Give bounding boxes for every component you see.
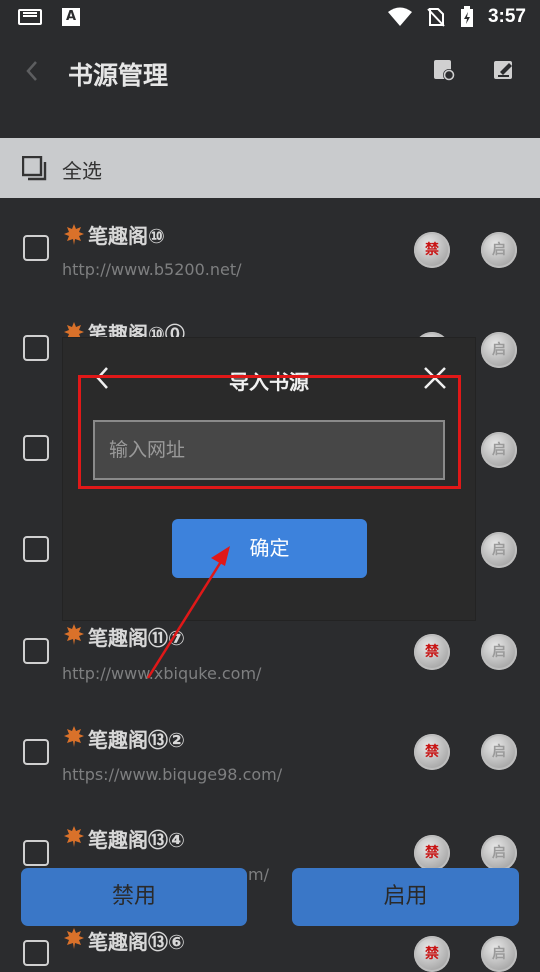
source-url: http://www.b5200.net/ [62,260,242,279]
row-checkbox[interactable] [23,840,49,866]
list-item[interactable]: 笔趣阁⑩ http://www.b5200.net/ 禁 启 [0,198,540,298]
row-checkbox[interactable] [23,235,49,261]
app-toolbar: 书源管理 [0,36,540,110]
disable-source-button[interactable]: 禁 [414,734,450,770]
disable-button[interactable]: 禁用 [21,868,247,926]
maple-leaf-icon [64,224,84,245]
keyboard-icon [18,9,42,25]
row-checkbox[interactable] [23,435,49,461]
maple-leaf-icon [64,826,84,847]
enable-source-button[interactable]: 启 [481,936,517,972]
import-source-icon[interactable] [432,58,456,82]
maple-leaf-icon [64,928,84,949]
enable-source-button[interactable]: 启 [481,532,517,568]
row-checkbox[interactable] [23,335,49,361]
confirm-button[interactable]: 确定 [172,519,367,578]
source-name: 笔趣阁⑩ [88,224,165,248]
edit-icon[interactable] [492,58,516,82]
source-url: http://www.xbiquke.com/ [62,664,262,683]
accessibility-a-icon: A [62,8,80,26]
row-checkbox[interactable] [23,638,49,664]
enable-source-button[interactable]: 启 [481,835,517,871]
source-name: 笔趣阁⑬② [88,728,185,752]
back-arrow-icon[interactable] [18,56,48,86]
disable-source-button[interactable]: 禁 [414,936,450,972]
select-all-icon[interactable] [22,156,48,182]
clock: 3:57 [487,6,526,27]
status-bar: A 3:57 [0,0,540,36]
page-title: 书源管理 [68,61,169,90]
source-name: 笔趣阁⑪⑦ [88,626,185,650]
source-name: 笔趣阁⑬⑥ [88,930,185,954]
url-input[interactable] [93,420,445,480]
select-all-bar[interactable]: 全选 [0,138,540,198]
row-checkbox[interactable] [23,940,49,966]
row-checkbox[interactable] [23,739,49,765]
select-all-label: 全选 [62,159,102,183]
maple-leaf-icon [64,624,84,645]
disable-source-button[interactable]: 禁 [414,232,450,268]
no-sim-icon [427,8,445,27]
enable-source-button[interactable]: 启 [481,332,517,368]
enable-button[interactable]: 启用 [292,868,519,926]
wifi-icon [387,7,412,26]
enable-source-button[interactable]: 启 [481,634,517,670]
enable-source-button[interactable]: 启 [481,734,517,770]
row-checkbox[interactable] [23,536,49,562]
disable-source-button[interactable]: 禁 [414,634,450,670]
source-name: 笔趣阁⑬④ [88,828,185,852]
enable-source-button[interactable]: 启 [481,232,517,268]
enable-source-button[interactable]: 启 [481,432,517,468]
list-item[interactable]: 笔趣阁⑬② https://www.biquge98.com/ 禁 启 [0,698,540,798]
battery-charging-icon [460,6,473,27]
disable-source-button[interactable]: 禁 [414,835,450,871]
source-url: https://www.biquge98.com/ [62,765,283,784]
maple-leaf-icon [64,726,84,747]
source-url: m/ [248,865,269,884]
